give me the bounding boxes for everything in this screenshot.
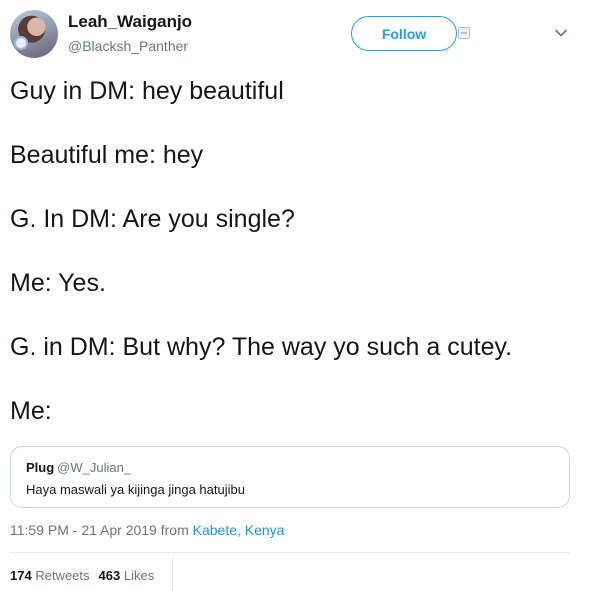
tweet-line: Guy in DM: hey beautiful [10,77,284,105]
quoted-tweet-card[interactable]: Plug @W_Julian_ Haya maswali ya kijinga j… [10,446,570,508]
quoted-tweet-text: Haya maswali ya kijinga jinga hatujibu [26,482,245,497]
retweets-count: 174 [10,568,32,583]
avatar-badge-icon [14,36,28,50]
tweet-meta: 11:59 PM - 21 Apr 2019 from Kabete, Keny… [10,522,284,538]
tweet-line: G. in DM: But why? The way yo such a cut… [10,333,513,361]
stats-divider [172,556,173,591]
tweet-header: Leah_Waiganjo @Blacksh_Panther Follow [0,0,589,66]
tweet-location-link[interactable]: Kabete, Kenya [193,522,285,538]
tweet-line: Beautiful me: hey [10,141,204,169]
tweet-timestamp[interactable]: 11:59 PM - 21 Apr 2019 [10,522,157,538]
likes-count: 463 [98,568,121,583]
quoted-tweet-header: Plug @W_Julian_ [26,460,131,475]
quoted-tweet-author: Plug [26,460,55,475]
tweet-stats: 174 Retweets 463 Likes [10,568,154,583]
from-label: from [160,522,189,538]
follow-extra-icon [458,27,470,39]
user-display-name[interactable]: Leah_Waiganjo [68,12,192,32]
tweet-line: Me: [10,397,52,425]
user-handle[interactable]: @Blacksh_Panther [68,38,188,54]
follow-button[interactable]: Follow [351,16,457,51]
retweets-stat[interactable]: 174 Retweets [10,568,90,583]
tweet-line: Me: Yes. [10,269,106,297]
chevron-down-icon[interactable] [554,26,568,40]
tweet-line: G. In DM: Are you single? [10,205,295,233]
likes-label: Likes [123,568,155,583]
divider [10,552,570,553]
retweets-label: Retweets [35,568,90,583]
avatar[interactable] [10,10,58,58]
quoted-tweet-handle: @W_Julian_ [57,460,132,475]
likes-stat[interactable]: 463 Likes [99,568,155,583]
